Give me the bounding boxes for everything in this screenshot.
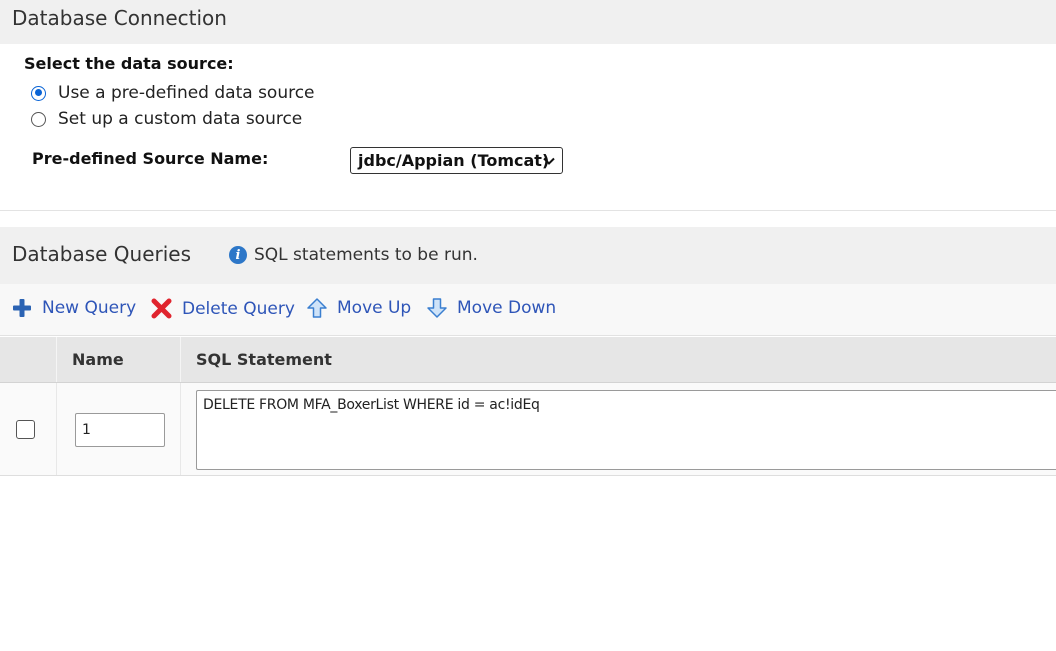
radio-button-checked[interactable]	[31, 85, 46, 101]
row-select-checkbox[interactable]	[16, 420, 35, 439]
delete-query-label: Delete Query	[182, 298, 295, 319]
column-header-name[interactable]: Name	[72, 350, 124, 369]
new-query-button[interactable]: New Query	[12, 298, 136, 318]
column-divider	[56, 337, 57, 382]
select-data-source-label: Select the data source:	[24, 54, 234, 73]
radio-button-unchecked[interactable]	[31, 111, 46, 127]
info-icon: i	[229, 246, 247, 264]
radio-custom-source[interactable]: Set up a custom data source	[31, 108, 302, 130]
arrow-up-icon	[307, 298, 327, 318]
source-name-label: Pre-defined Source Name:	[32, 149, 269, 168]
table-row: DELETE FROM MFA_BoxerList WHERE id = ac!…	[0, 383, 1056, 476]
move-up-button[interactable]: Move Up	[307, 298, 411, 318]
new-query-label: New Query	[42, 298, 137, 318]
source-name-select[interactable]: jdbc/Appian (Tomcat)	[350, 147, 563, 174]
delete-query-button[interactable]: Delete Query	[151, 298, 295, 319]
column-divider	[56, 383, 57, 475]
arrow-down-icon	[427, 298, 447, 318]
move-up-label: Move Up	[337, 298, 412, 318]
column-header-sql[interactable]: SQL Statement	[196, 350, 332, 369]
database-connection-title: Database Connection	[12, 6, 227, 30]
column-divider	[180, 337, 181, 382]
column-divider	[180, 383, 181, 475]
plus-icon	[13, 299, 31, 317]
radio-predefined-source[interactable]: Use a pre-defined data source	[31, 82, 315, 104]
x-icon	[151, 298, 172, 319]
radio-custom-label: Set up a custom data source	[58, 109, 303, 129]
database-connection-header: Database Connection	[0, 0, 1056, 44]
query-name-input[interactable]	[75, 413, 165, 447]
queries-toolbar: New Query Delete Query Move Up Move Down	[0, 284, 1056, 336]
section-divider	[0, 210, 1056, 211]
chevron-down-icon	[542, 153, 556, 172]
move-down-label: Move Down	[457, 298, 557, 318]
source-name-value: jdbc/Appian (Tomcat)	[358, 151, 550, 170]
radio-predefined-label: Use a pre-defined data source	[58, 83, 315, 103]
move-down-button[interactable]: Move Down	[427, 298, 556, 318]
database-queries-title: Database Queries	[12, 242, 192, 266]
info-text: SQL statements to be run.	[254, 245, 478, 265]
info-hint: i SQL statements to be run.	[229, 245, 478, 265]
database-queries-header: Database Queries i SQL statements to be …	[0, 227, 1056, 284]
sql-statement-textarea[interactable]: DELETE FROM MFA_BoxerList WHERE id = ac!…	[196, 390, 1056, 470]
queries-grid-header: Name SQL Statement	[0, 337, 1056, 383]
